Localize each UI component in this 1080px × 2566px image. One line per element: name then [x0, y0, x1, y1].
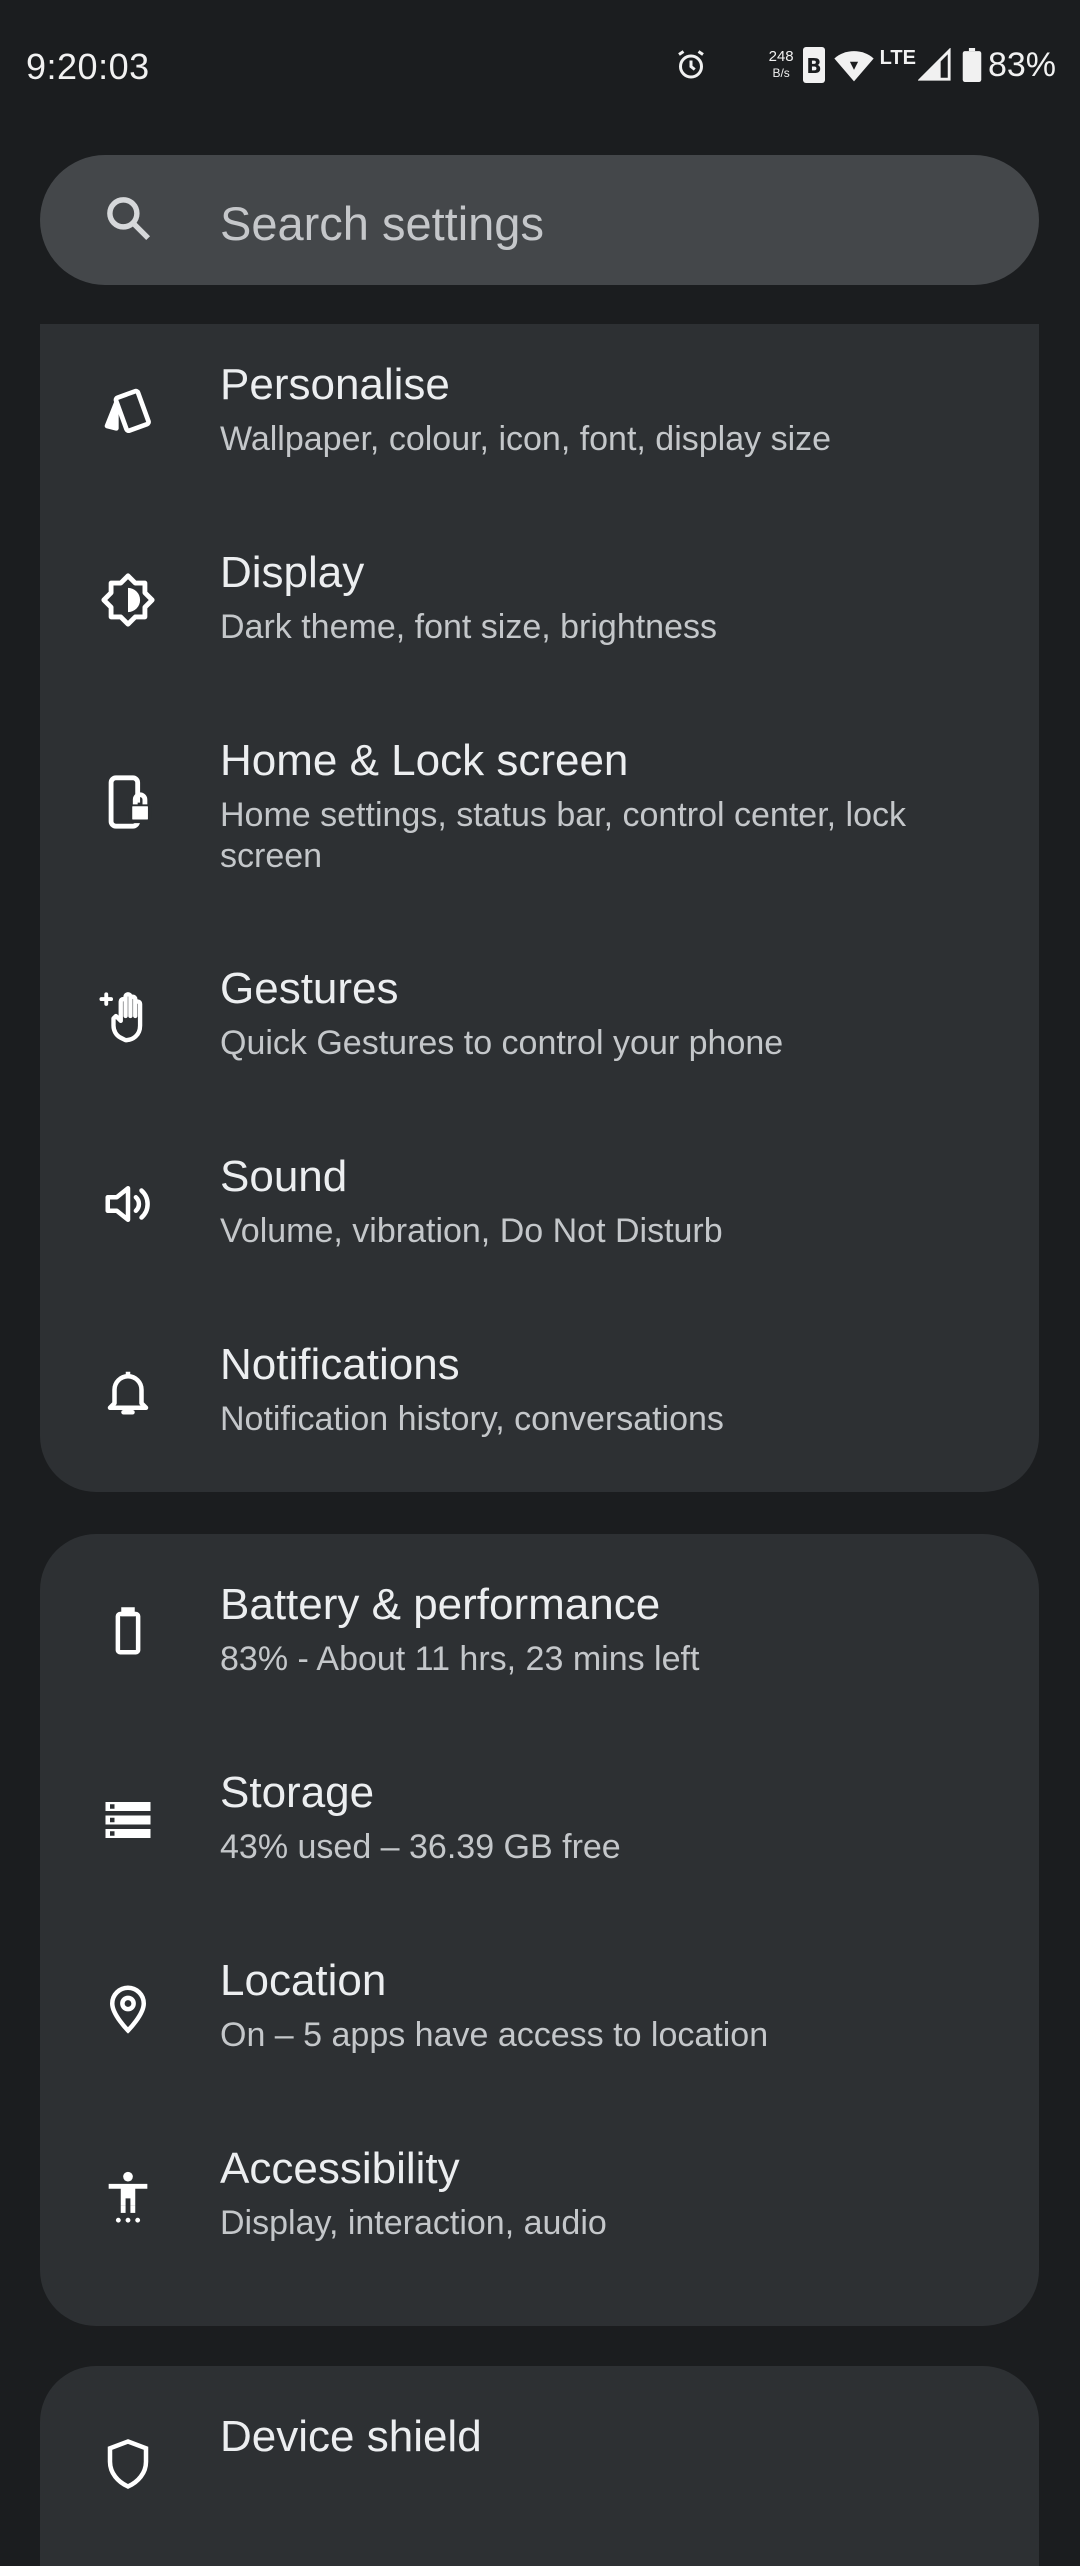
- wifi-icon: [834, 47, 874, 83]
- settings-item-battery-performance[interactable]: Battery & performance 83% - About 11 hrs…: [40, 1554, 1039, 1722]
- settings-item-title: Personalise: [220, 360, 450, 409]
- phone-lock-icon: [96, 770, 160, 834]
- search-icon: [102, 192, 156, 251]
- settings-item-subtitle: 43% used – 36.39 GB free: [220, 1828, 621, 1866]
- settings-item-gestures[interactable]: Gestures Quick Gestures to control your …: [40, 938, 1039, 1106]
- network-speed-value: 248: [768, 48, 794, 65]
- settings-item-title: Home & Lock screen: [220, 736, 629, 785]
- settings-item-subtitle: Wallpaper, colour, icon, font, display s…: [220, 420, 832, 458]
- network-speed-unit: B/s: [772, 66, 790, 80]
- settings-item-storage[interactable]: Storage 43% used – 36.39 GB free: [40, 1742, 1039, 1910]
- settings-item-home-lock-screen[interactable]: Home & Lock screen Home settings, status…: [40, 710, 1039, 918]
- settings-item-display[interactable]: Display Dark theme, font size, brightnes…: [40, 522, 1039, 690]
- svg-text:B: B: [806, 54, 821, 78]
- storage-icon: [96, 1788, 160, 1852]
- settings-item-subtitle: Volume, vibration, Do Not Disturb: [220, 1212, 723, 1250]
- speaker-icon: [96, 1172, 160, 1236]
- settings-item-subtitle: Quick Gestures to control your phone: [220, 1024, 784, 1062]
- settings-item-subtitle: 83% - About 11 hrs, 23 mins left: [220, 1640, 700, 1678]
- search-placeholder: Search settings: [220, 197, 544, 250]
- settings-item-title: Notifications: [220, 1340, 460, 1389]
- settings-item-personalise[interactable]: Personalise Wallpaper, colour, icon, fon…: [40, 334, 1039, 502]
- settings-item-subtitle: Notification history, conversations: [220, 1400, 724, 1438]
- battery-percent: 83%: [987, 45, 1056, 84]
- settings-item-title: Gestures: [220, 964, 399, 1013]
- settings-item-location[interactable]: Location On – 5 apps have access to loca…: [40, 1930, 1039, 2098]
- settings-item-title: Display: [220, 548, 365, 597]
- settings-group-system: Battery & performance 83% - About 11 hrs…: [40, 1534, 1039, 2326]
- settings-group-personal: Personalise Wallpaper, colour, icon, fon…: [40, 324, 1039, 1492]
- battery-icon: [962, 48, 982, 82]
- status-clock: 9:20:03: [26, 46, 150, 87]
- battery-icon: [96, 1600, 160, 1664]
- settings-group-security: Device shield: [40, 2366, 1039, 2566]
- personalise-icon: [96, 380, 160, 444]
- settings-item-subtitle: Display, interaction, audio: [220, 2204, 607, 2242]
- settings-item-title: Storage: [220, 1768, 375, 1817]
- settings-item-subtitle: Dark theme, font size, brightness: [220, 608, 718, 646]
- sim-b-icon: B: [802, 46, 826, 84]
- settings-item-device-shield[interactable]: Device shield: [40, 2386, 1039, 2554]
- signal-icon: [917, 48, 952, 82]
- status-bar: 9:20:03 248 B/s B LTE 83%: [0, 0, 1080, 135]
- gesture-hand-icon: [96, 984, 160, 1048]
- search-bar[interactable]: Search settings: [40, 155, 1039, 285]
- status-icons: 248 B/s B LTE 83%: [673, 40, 1056, 90]
- network-speed: 248 B/s: [769, 49, 794, 81]
- settings-item-subtitle: On – 5 apps have access to location: [220, 2016, 769, 2054]
- settings-item-title: Location: [220, 1956, 387, 2005]
- settings-item-title: Sound: [220, 1152, 348, 1201]
- bell-icon: [96, 1360, 160, 1424]
- settings-item-sound[interactable]: Sound Volume, vibration, Do Not Disturb: [40, 1126, 1039, 1294]
- accessibility-icon: [96, 2164, 160, 2228]
- settings-item-accessibility[interactable]: Accessibility Display, interaction, audi…: [40, 2118, 1039, 2286]
- alarm-icon: [673, 47, 709, 83]
- settings-item-title: Accessibility: [220, 2144, 460, 2193]
- settings-item-subtitle: Home settings, status bar, control cente…: [220, 796, 906, 875]
- location-pin-icon: [96, 1976, 160, 2040]
- shield-icon: [96, 2432, 160, 2496]
- settings-item-notifications[interactable]: Notifications Notification history, conv…: [40, 1314, 1039, 1482]
- settings-item-title: Device shield: [220, 2412, 482, 2461]
- network-type: LTE: [879, 46, 916, 69]
- display-brightness-icon: [96, 568, 160, 632]
- settings-item-title: Battery & performance: [220, 1580, 661, 1629]
